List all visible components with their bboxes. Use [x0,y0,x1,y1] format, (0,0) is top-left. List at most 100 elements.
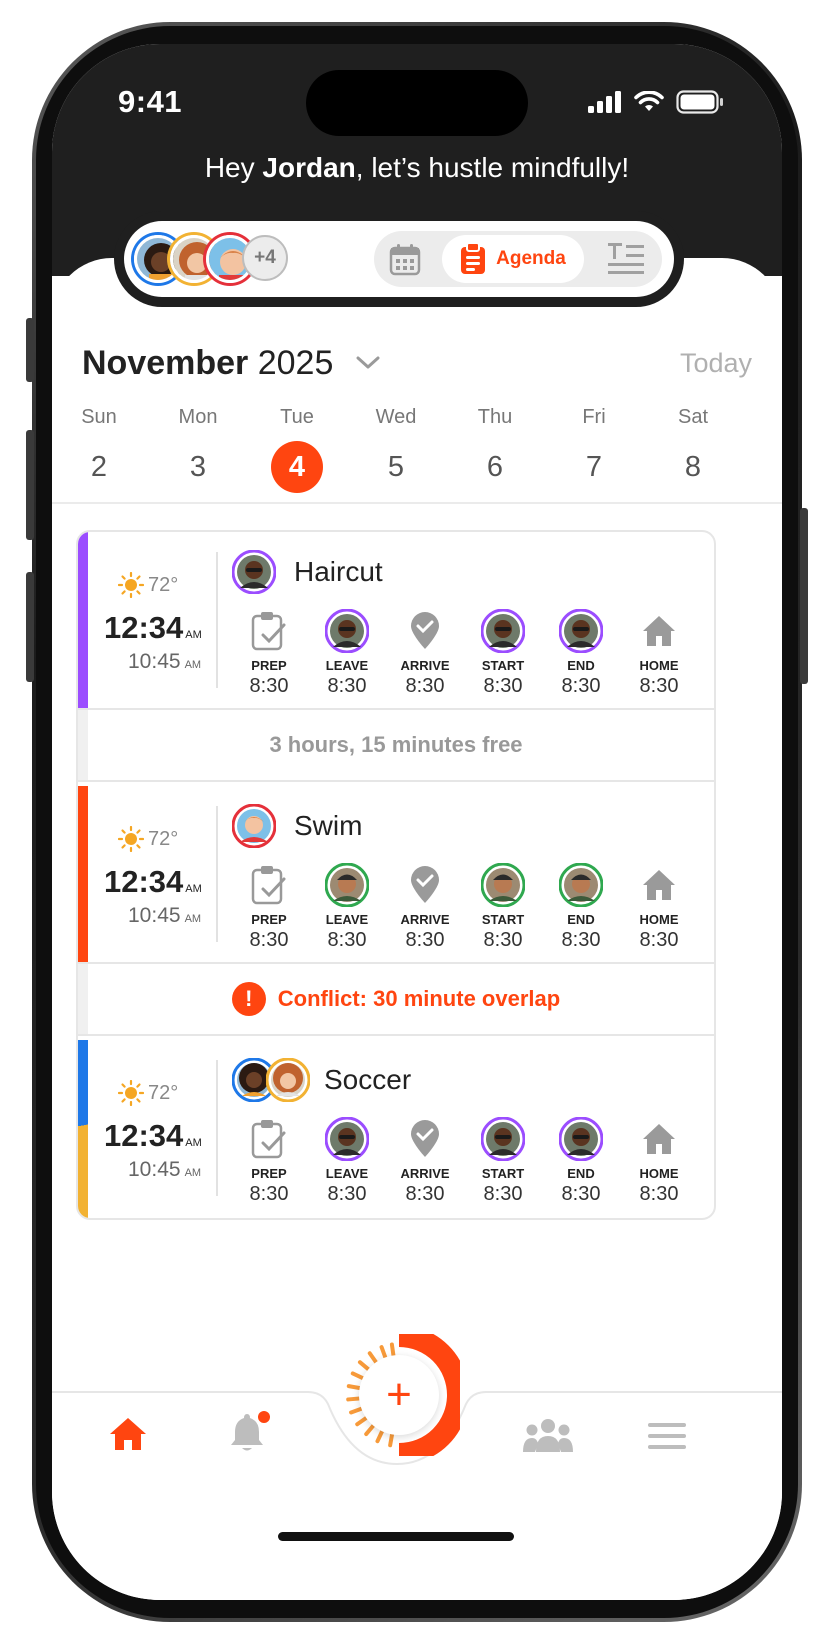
step-start[interactable]: START 8:30 [464,608,542,698]
checklist-icon [251,1120,286,1159]
sun-icon [118,826,144,852]
day-date: 8 [684,451,702,483]
event-steps: PREP 8:30 LEAVE 8:30 ARRIVE 8:30 START 8:30 … [230,1116,698,1206]
family-icon[interactable] [522,1418,574,1454]
day-tue[interactable]: Tue 4 [262,406,332,493]
step-label: START [481,912,525,927]
greeting: Hey Jordan, let’s hustle mindfully! [52,152,782,184]
step-leave[interactable]: LEAVE 8:30 [308,862,386,952]
agenda-list: 72° 12:34 AM 10:45 AM Haircut PREP 8:30 LEA… [76,530,716,1220]
step-home[interactable]: HOME 8:30 [620,862,698,952]
status-icons [588,90,724,114]
step-label: HOME [639,1166,679,1181]
step-arrive[interactable]: ARRIVE 8:30 [386,608,464,698]
event-end-time: 10:45 AM [128,904,201,928]
day-thu[interactable]: Thu 6 [460,406,530,493]
weather: 72° [118,1080,178,1106]
conflict-text: Conflict: 30 minute overlap [277,986,561,1011]
menu-icon[interactable] [648,1422,686,1450]
end-time-value: 10:45 [128,904,181,927]
step-start[interactable]: START 8:30 [464,1116,542,1206]
home-tab-icon[interactable] [108,1416,148,1452]
avatar [481,609,525,653]
start-time-value: 12:34 [104,610,184,645]
step-leave[interactable]: LEAVE 8:30 [308,1116,386,1206]
greeting-name: Jordan [262,152,356,183]
event-card-swim[interactable]: 72° 12:34 AM 10:45 AM Swim PREP 8:30 LEAVE 8… [78,786,714,964]
step-prep[interactable]: PREP 8:30 [230,608,308,698]
avatar [325,609,369,653]
avatar [559,863,603,907]
bell-icon[interactable] [226,1410,270,1454]
start-time-value: 12:34 [104,1118,184,1153]
battery-icon [676,90,723,114]
side-button [26,572,34,682]
divider [52,502,782,504]
step-time: 8:30 [327,675,367,697]
today-button[interactable]: Today [680,348,752,379]
step-leave[interactable]: LEAVE 8:30 [308,608,386,698]
side-button [26,318,34,382]
home-icon [643,1124,675,1154]
event-card-soccer[interactable]: 72° 12:34 AM 10:45 AM Soccer PREP 8:30 LEAV… [78,1040,714,1218]
wifi-icon [634,91,664,111]
checklist-icon [251,612,286,651]
conflict-row[interactable]: ! Conflict: 30 minute overlap [78,962,714,1036]
step-home[interactable]: HOME 8:30 [620,608,698,698]
step-label: LEAVE [325,912,369,927]
step-time: 8:30 [327,929,367,951]
avatar [481,1117,525,1161]
household-avatars[interactable]: +4 [134,235,288,283]
end-time-value: 10:45 [128,650,181,673]
step-label: END [567,1166,595,1181]
step-time: 8:30 [249,1183,289,1205]
add-button[interactable]: + [338,1325,469,1465]
event-color-bar [78,1040,88,1218]
step-start[interactable]: START 8:30 [464,862,542,952]
step-time: 8:30 [483,1183,523,1205]
step-prep[interactable]: PREP 8:30 [230,862,308,952]
step-end[interactable]: END 8:30 [542,862,620,952]
day-mon[interactable]: Mon 3 [163,406,233,493]
avatar [266,1058,310,1102]
free-time-row: 3 hours, 15 minutes free [78,708,714,782]
calendar-view-icon[interactable] [388,243,422,277]
step-label: HOME [639,658,679,673]
day-fri[interactable]: Fri 7 [559,406,629,493]
event-title: Soccer [324,1064,412,1095]
event-avatars [232,1058,310,1102]
view-switch: Agenda [374,231,662,287]
step-end[interactable]: END 8:30 [542,1116,620,1206]
step-arrive[interactable]: ARRIVE 8:30 [386,1116,464,1206]
household-toolbar: +4 Agenda [114,211,684,307]
day-name: Tue [280,406,314,428]
step-time: 8:30 [561,1183,601,1205]
step-home[interactable]: HOME 8:30 [620,1116,698,1206]
month-title[interactable]: November 2025 [82,344,333,383]
step-prep[interactable]: PREP 8:30 [230,1116,308,1206]
step-end[interactable]: END 8:30 [542,608,620,698]
day-date: 6 [486,451,504,483]
chevron-down-icon[interactable] [356,356,380,370]
event-steps: PREP 8:30 LEAVE 8:30 ARRIVE 8:30 START 8:30 … [230,862,698,952]
step-label: START [481,658,525,673]
month-year: 2025 [257,344,334,382]
signal-icon [588,91,621,113]
event-card-haircut[interactable]: 72° 12:34 AM 10:45 AM Haircut PREP 8:30 LEA… [78,532,714,710]
day-sat[interactable]: Sat 8 [658,406,728,493]
step-time: 8:30 [639,675,679,697]
weather: 72° [118,572,178,598]
step-arrive[interactable]: ARRIVE 8:30 [386,862,464,952]
agenda-view-tab[interactable]: Agenda [442,235,584,283]
event-end-time: 10:45 AM [128,1158,201,1182]
plus-icon: + [359,1355,439,1435]
more-members-badge[interactable]: +4 [242,235,288,281]
step-label: PREP [251,658,287,673]
list-view-icon[interactable] [608,243,644,275]
step-time: 8:30 [249,675,289,697]
day-wed[interactable]: Wed 5 [361,406,431,493]
avatar [559,609,603,653]
home-icon [643,616,675,646]
event-color-bar [78,786,88,964]
day-sun[interactable]: Sun 2 [64,406,134,493]
